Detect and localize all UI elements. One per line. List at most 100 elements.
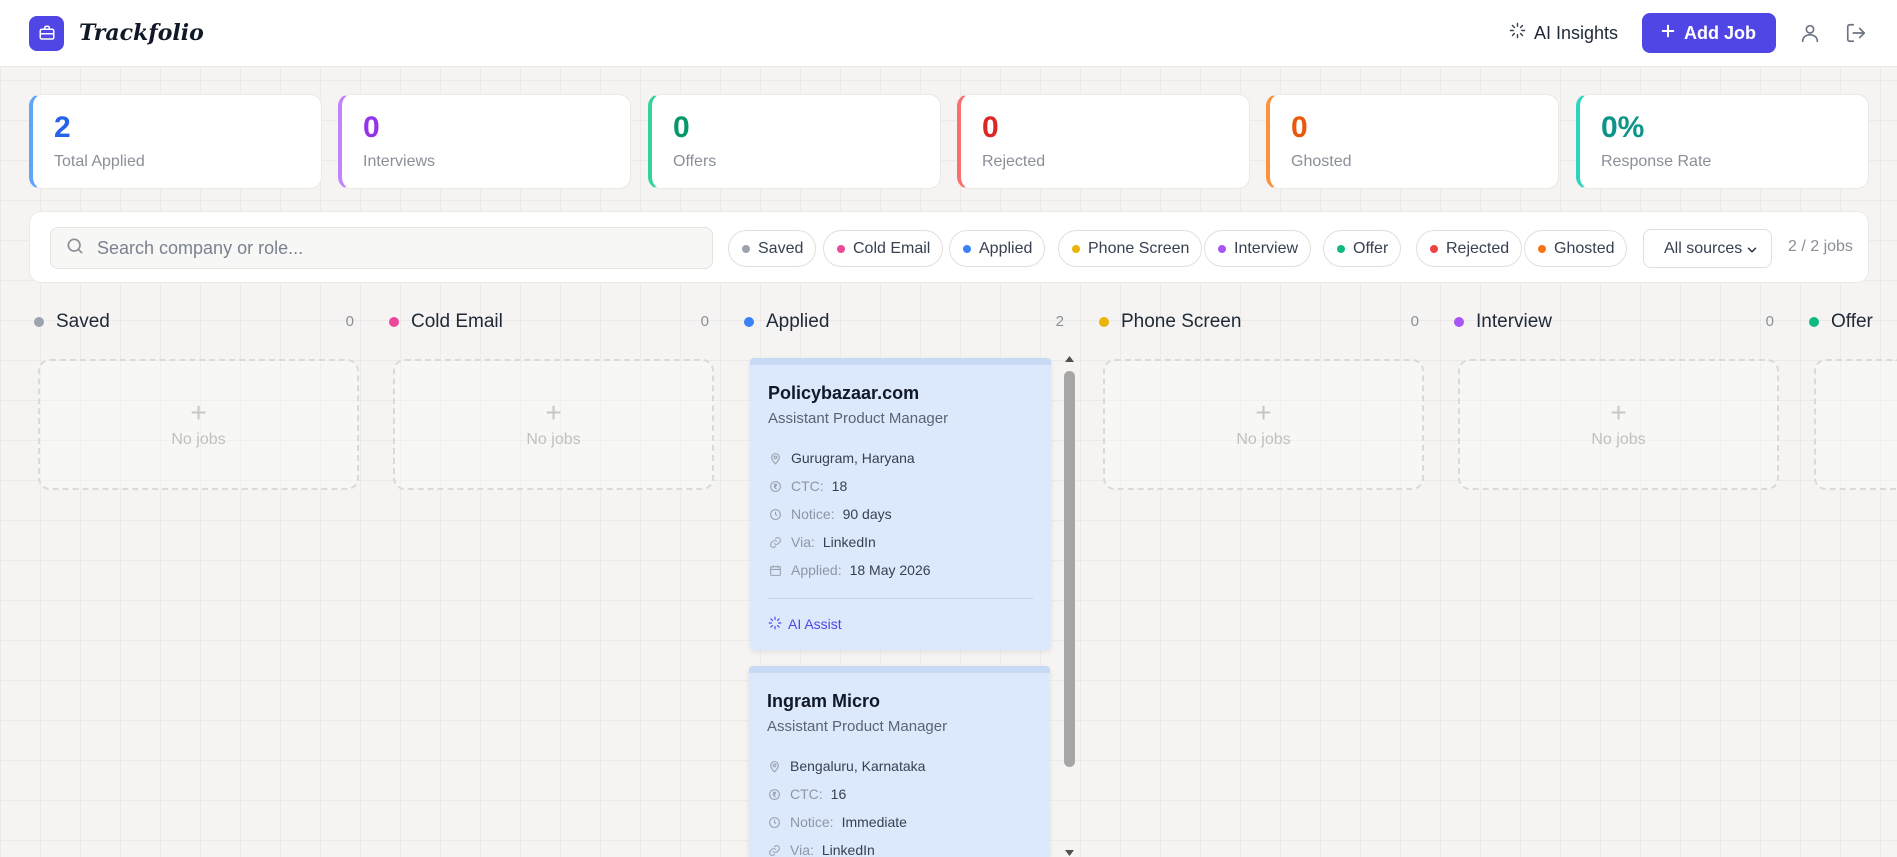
- job-notice: Immediate: [841, 814, 907, 830]
- link-icon: [767, 843, 781, 857]
- stat-interviews: 0 Interviews: [338, 94, 631, 189]
- filter-pill-label: Cold Email: [853, 239, 931, 257]
- add-job-button[interactable]: Add Job: [1642, 13, 1776, 53]
- job-via: LinkedIn: [822, 534, 876, 550]
- stat-offers: 0 Offers: [648, 94, 941, 189]
- stat-total-applied: 2 Total Applied: [29, 94, 322, 189]
- column-count: 0: [700, 313, 709, 330]
- filter-pill-label: Offer: [1353, 239, 1389, 257]
- stat-value: 0: [982, 111, 999, 144]
- job-via-row: Via: LinkedIn: [768, 528, 1033, 556]
- column-header-saved: Saved: [34, 310, 110, 334]
- top-bar: Trackfolio AI Insights Add Job: [0, 0, 1897, 67]
- empty-text: No jobs: [171, 430, 226, 448]
- map-pin-icon: [768, 451, 782, 465]
- job-role: Assistant Product Manager: [767, 718, 948, 735]
- scroll-down-arrow-icon[interactable]: [1064, 849, 1075, 857]
- stat-value: 0: [673, 111, 690, 144]
- column-title: Applied: [766, 311, 830, 332]
- clock-icon: [768, 507, 782, 521]
- stat-label: Response Rate: [1601, 153, 1712, 170]
- job-notice-row: Notice: Immediate: [767, 808, 1032, 836]
- empty-column-phone-screen[interactable]: + No jobs: [1103, 359, 1424, 490]
- job-applied-label: Applied:: [791, 562, 842, 578]
- stat-value: 0: [1291, 111, 1308, 144]
- stat-label: Offers: [673, 153, 717, 170]
- job-location: Bengaluru, Karnataka: [790, 758, 926, 774]
- job-location-row: Bengaluru, Karnataka: [767, 752, 1032, 780]
- filter-pill-label: Ghosted: [1554, 239, 1615, 257]
- scrollbar-thumb[interactable]: [1064, 371, 1075, 767]
- stat-label: Ghosted: [1291, 153, 1352, 170]
- chevron-down-icon: [1747, 247, 1757, 253]
- ai-assist-button[interactable]: AI Assist: [768, 609, 1033, 639]
- column-header-phone-screen: Phone Screen: [1099, 310, 1241, 334]
- job-ctc: 16: [830, 786, 847, 802]
- status-dot: [1809, 317, 1819, 327]
- job-via-row: Via: LinkedIn: [767, 836, 1032, 857]
- status-dot: [744, 317, 754, 327]
- job-ctc-row: CTC: 18: [768, 472, 1033, 500]
- stat-response-rate: 0% Response Rate: [1576, 94, 1869, 189]
- search-input[interactable]: [97, 237, 657, 259]
- job-applied-row: Applied: 18 May 2026: [768, 556, 1033, 584]
- column-title: Cold Email: [411, 311, 503, 332]
- column-count: 0: [1410, 313, 1419, 330]
- filter-pill-interview[interactable]: Interview: [1204, 230, 1312, 267]
- column-header-cold-email: Cold Email: [389, 310, 503, 334]
- source-select-value: All sources: [1664, 239, 1743, 257]
- empty-column-cold-email[interactable]: + No jobs: [393, 359, 714, 490]
- column-header-applied: Applied: [744, 310, 829, 334]
- scroll-up-arrow-icon[interactable]: [1064, 355, 1075, 363]
- job-notice-label: Notice:: [790, 814, 834, 830]
- empty-column-interview[interactable]: + No jobs: [1458, 359, 1779, 490]
- job-via-label: Via:: [791, 534, 815, 550]
- column-count: 0: [345, 313, 354, 330]
- column-count: 0: [1765, 313, 1774, 330]
- job-via: LinkedIn: [821, 842, 875, 857]
- filter-pill-label: Applied: [979, 239, 1033, 257]
- ai-insights-button[interactable]: AI Insights: [1509, 22, 1618, 44]
- add-job-label: Add Job: [1684, 22, 1756, 43]
- plus-icon: [1660, 23, 1676, 44]
- filter-pill-offer[interactable]: Offer: [1323, 230, 1402, 267]
- plus-icon: +: [1255, 396, 1272, 428]
- job-company: Policybazaar.com: [768, 383, 920, 403]
- source-select[interactable]: All sources: [1643, 229, 1772, 268]
- column-count: 2: [1055, 313, 1064, 330]
- filter-pill-phone-screen[interactable]: Phone Screen: [1058, 230, 1203, 267]
- status-dot: [1337, 244, 1345, 253]
- filter-pill-rejected[interactable]: Rejected: [1416, 230, 1523, 267]
- column-header-interview: Interview: [1454, 310, 1552, 334]
- filter-pill-applied[interactable]: Applied: [949, 230, 1046, 267]
- search-box: [50, 227, 713, 269]
- column-title: Interview: [1476, 311, 1553, 332]
- job-card-ingram-micro[interactable]: Ingram Micro Assistant Product Manager B…: [749, 666, 1050, 857]
- job-ctc-label: CTC:: [790, 786, 823, 802]
- job-notice-row: Notice: 90 days: [768, 500, 1033, 528]
- empty-column-saved[interactable]: + No jobs: [38, 359, 359, 490]
- filter-pill-cold-email[interactable]: Cold Email: [823, 230, 944, 267]
- job-card-policybazaar[interactable]: Policybazaar.com Assistant Product Manag…: [750, 358, 1051, 650]
- stat-rejected: 0 Rejected: [957, 94, 1250, 189]
- rupee-icon: [768, 479, 782, 493]
- ai-assist-label: AI Assist: [788, 616, 842, 632]
- job-company: Ingram Micro: [767, 691, 881, 711]
- filter-bar: Saved Cold Email Applied Phone Screen In…: [29, 211, 1869, 283]
- job-applied: 18 May 2026: [849, 562, 931, 578]
- stat-label: Rejected: [982, 153, 1046, 170]
- filter-pill-ghosted[interactable]: Ghosted: [1524, 230, 1628, 267]
- column-title: Saved: [56, 311, 110, 332]
- status-dot: [1454, 317, 1464, 327]
- logout-icon[interactable]: [1844, 21, 1868, 45]
- status-dot: [1099, 317, 1109, 327]
- user-icon[interactable]: [1798, 21, 1822, 45]
- status-dot: [963, 244, 971, 253]
- filter-pill-saved[interactable]: Saved: [728, 230, 817, 267]
- empty-column-offer[interactable]: [1814, 359, 1897, 490]
- status-dot: [1218, 244, 1226, 253]
- job-notice-label: Notice:: [791, 506, 835, 522]
- empty-text: No jobs: [526, 430, 581, 448]
- column-header-offer: Offer: [1809, 310, 1873, 334]
- stat-value: 0: [363, 111, 380, 144]
